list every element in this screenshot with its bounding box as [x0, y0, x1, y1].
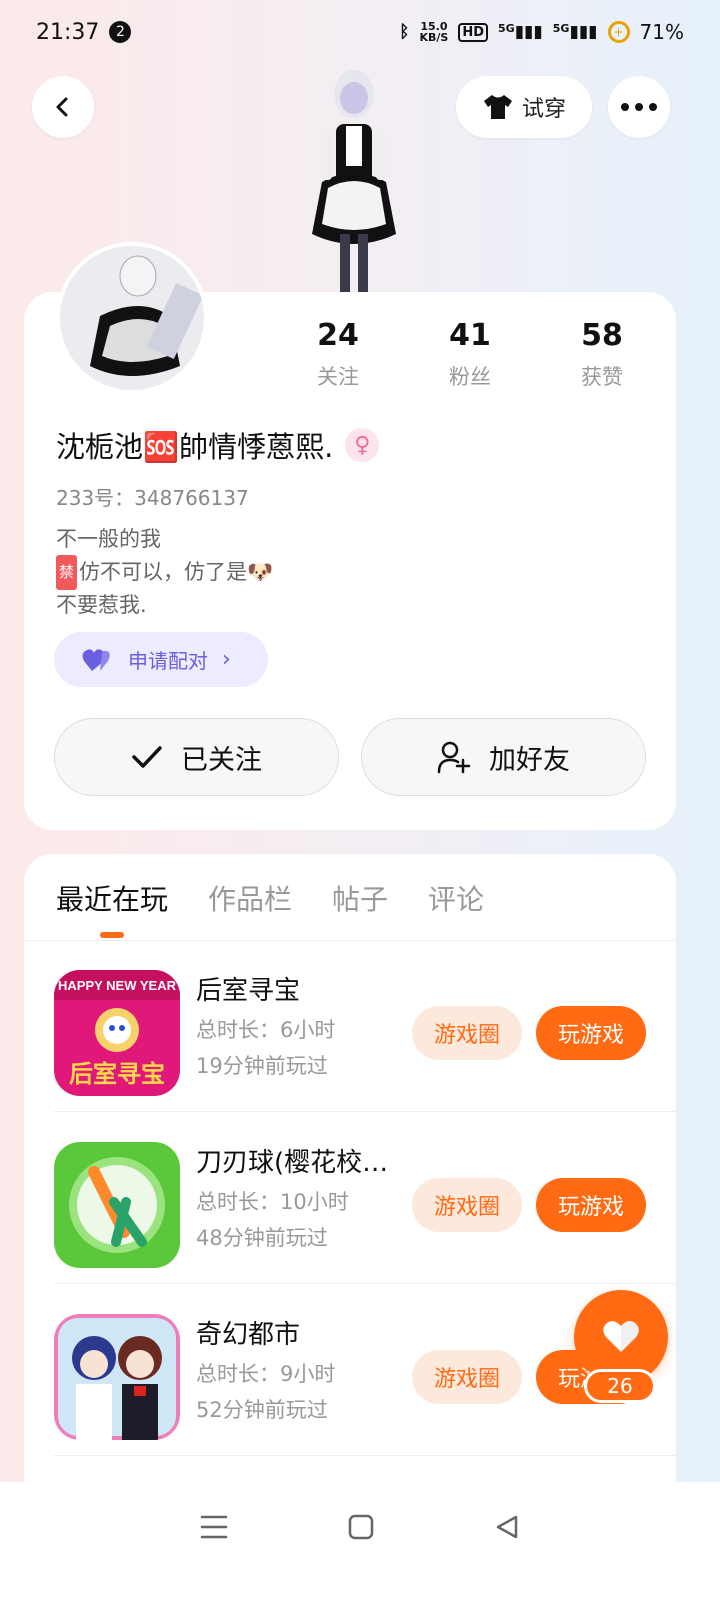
stat-likes[interactable]: 58 获赞	[536, 318, 668, 391]
apply-pair-label: 申请配对	[128, 649, 208, 673]
game-duration: 总时长：6小时	[196, 1018, 336, 1042]
more-dots-icon	[621, 103, 657, 111]
net-speed-unit: KB/S	[419, 31, 449, 44]
add-friend-label: 加好友	[489, 744, 570, 776]
bottom-strip	[0, 1572, 720, 1612]
status-right: ᛒ 15.0 KB/S HD 5G▮▮▮ 5G▮▮▮ + 71%	[399, 20, 684, 44]
check-icon	[132, 746, 162, 768]
stat-fans[interactable]: 41 粉丝	[404, 318, 536, 391]
stat-likes-label: 获赞	[581, 365, 623, 389]
play-game-button[interactable]: 玩游戏	[536, 1006, 646, 1060]
bluetooth-icon: ᛒ	[399, 22, 410, 42]
game-icon[interactable]: HAPPY NEW YEAR 后室寻宝	[54, 970, 180, 1096]
tryon-button[interactable]: 试穿	[456, 76, 592, 138]
bio-line-3: 不要惹我.	[56, 593, 147, 617]
female-icon: ♀	[345, 428, 380, 462]
tab-indicator	[100, 932, 124, 938]
tryon-label: 试穿	[521, 97, 566, 122]
status-bar: 21:37 2 ᛒ 15.0 KB/S HD 5G▮▮▮ 5G▮▮▮ + 71%	[0, 0, 720, 64]
game-icon-image: HAPPY NEW YEAR 后室寻宝	[54, 970, 180, 1096]
tab-recent-played[interactable]: 最近在玩	[56, 878, 168, 918]
play-game-button[interactable]: 玩游戏	[536, 1178, 646, 1232]
game-title: 刀刃球(樱花校…	[196, 1148, 389, 1178]
tshirt-icon	[483, 95, 512, 119]
followed-button[interactable]: 已关注	[54, 718, 339, 796]
stat-following-label: 关注	[317, 365, 359, 389]
game-row[interactable]: 刀刃球(樱花校… 总时长：10小时 48分钟前玩过 游戏圈 玩游戏	[24, 1112, 676, 1284]
clock: 21:37	[36, 19, 100, 45]
back-triangle-icon[interactable]	[494, 1514, 520, 1540]
heart-pair-icon	[82, 648, 110, 671]
stat-likes-value: 58	[581, 318, 623, 353]
add-person-icon	[437, 741, 471, 774]
apply-pair-button[interactable]: 申请配对 ›	[54, 632, 268, 687]
game-icon-image	[54, 1142, 180, 1268]
row-divider	[54, 1455, 676, 1456]
ban-tag: 禁	[56, 555, 78, 590]
game-circle-button[interactable]: 游戏圈	[412, 1178, 522, 1232]
game-icon[interactable]	[54, 1142, 180, 1268]
chevron-right-icon: ›	[222, 647, 231, 672]
heart-icon	[603, 1321, 639, 1352]
signal-5g-label-2: 5G	[552, 22, 570, 35]
user-id: 233号：348766137	[56, 486, 249, 510]
back-button[interactable]	[32, 76, 94, 138]
signal-5g-icon: 5G▮▮▮	[498, 22, 543, 42]
home-square-icon[interactable]	[348, 1514, 374, 1540]
add-friend-button[interactable]: 加好友	[361, 718, 646, 796]
game-title: 后室寻宝	[196, 976, 301, 1006]
game-duration: 总时长：10小时	[196, 1190, 349, 1214]
bio-line-2: 禁 仿不可以，仿了是🐶	[56, 555, 273, 590]
game-row[interactable]: 奇幻都市 总时长：9小时 52分钟前玩过 游戏圈 玩游戏	[24, 1284, 676, 1456]
avatar[interactable]	[56, 242, 208, 394]
game-last-played: 52分钟前玩过	[196, 1398, 328, 1422]
tab-posts[interactable]: 帖子	[332, 878, 388, 918]
tab-bar: 最近在玩 作品栏 帖子 评论	[56, 878, 484, 918]
game-icon-logo-text: 后室寻宝	[69, 1060, 165, 1088]
status-left: 21:37 2	[36, 19, 132, 45]
game-row[interactable]: HAPPY NEW YEAR 后室寻宝 后室寻宝 总时长：6小时 19分钟前玩过…	[24, 940, 676, 1112]
nickname: 沈栀池🆘帥情悸蒽熙.	[56, 430, 334, 464]
back-arrow-icon	[56, 97, 68, 117]
bio-line-2-text: 仿不可以，仿了是🐶	[79, 560, 274, 584]
stat-fans-label: 粉丝	[449, 365, 491, 389]
stat-fans-value: 41	[449, 318, 491, 353]
system-nav-bar	[0, 1482, 720, 1572]
notification-badge: 2	[109, 21, 132, 43]
game-last-played: 48分钟前玩过	[196, 1226, 328, 1250]
game-circle-button[interactable]: 游戏圈	[412, 1006, 522, 1060]
stat-following[interactable]: 24 关注	[272, 318, 404, 391]
signal-5g-label: 5G	[498, 22, 515, 35]
game-icon-banner-text: HAPPY NEW YEAR	[58, 978, 177, 993]
nickname-row: 沈栀池🆘帥情悸蒽熙. ♀	[56, 424, 380, 466]
game-duration: 总时长：9小时	[196, 1362, 336, 1386]
game-circle-button[interactable]: 游戏圈	[412, 1350, 522, 1404]
game-title: 奇幻都市	[196, 1320, 301, 1350]
signal-5g-icon-2: 5G▮▮▮	[552, 22, 598, 42]
hd-icon: HD	[458, 22, 489, 42]
bio: 不一般的我 禁 仿不可以，仿了是🐶 不要惹我.	[56, 524, 273, 621]
battery-percent: 71%	[639, 20, 684, 44]
net-speed: 15.0 KB/S	[419, 21, 448, 43]
game-last-played: 19分钟前玩过	[196, 1054, 328, 1078]
menu-icon[interactable]	[200, 1514, 228, 1540]
tab-works[interactable]: 作品栏	[208, 878, 292, 918]
avatar-image	[60, 246, 204, 390]
stat-following-value: 24	[317, 318, 359, 353]
followed-label: 已关注	[181, 744, 262, 776]
game-icon[interactable]	[54, 1314, 180, 1440]
profile-character-figure	[312, 70, 396, 292]
like-count: 26	[584, 1369, 656, 1403]
more-button[interactable]	[608, 76, 670, 138]
battery-saver-icon: +	[607, 21, 630, 43]
tab-comments[interactable]: 评论	[428, 878, 484, 918]
game-icon-image	[54, 1314, 180, 1440]
stats-row: 24 关注 41 粉丝 58 获赞	[272, 318, 668, 391]
bio-line-1: 不一般的我	[56, 527, 161, 551]
